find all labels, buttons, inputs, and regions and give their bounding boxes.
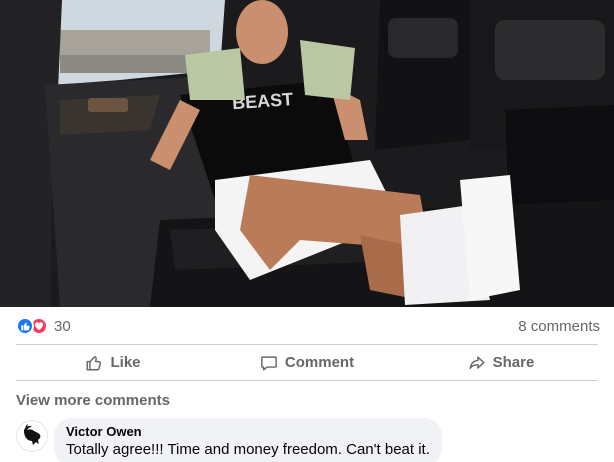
- comment-item: Victor Owen Totally agree!!! Time and mo…: [16, 418, 442, 462]
- comment-bubble-icon: [260, 355, 277, 370]
- divider: [16, 380, 598, 381]
- like-button[interactable]: Like: [16, 345, 210, 380]
- share-button[interactable]: Share: [404, 345, 598, 380]
- comments-count-link[interactable]: 8 comments: [518, 318, 600, 335]
- share-arrow-icon: [469, 355, 485, 369]
- comment-text: Totally agree!!! Time and money freedom.…: [66, 441, 430, 458]
- share-label: Share: [492, 354, 535, 371]
- reactions-summary-row: 30 8 comments: [16, 314, 600, 338]
- like-icon: [16, 317, 34, 335]
- like-label: Like: [110, 354, 141, 371]
- comment-button[interactable]: Comment: [210, 345, 404, 380]
- comment-label: Comment: [284, 354, 355, 371]
- reaction-icons[interactable]: [16, 317, 48, 335]
- thumbs-up-icon: [87, 355, 102, 370]
- post-action-bar: Like Comment Share: [16, 345, 598, 380]
- goat-logo-icon: [17, 421, 47, 451]
- avatar[interactable]: [16, 420, 48, 452]
- reaction-count[interactable]: 30: [54, 318, 71, 335]
- view-more-comments-link[interactable]: View more comments: [16, 392, 170, 409]
- comment-author[interactable]: Victor Owen: [66, 424, 430, 440]
- comment-bubble: Victor Owen Totally agree!!! Time and mo…: [54, 418, 442, 462]
- reactions-summary[interactable]: 30: [16, 317, 71, 335]
- post-photo[interactable]: BEAST: [0, 0, 614, 307]
